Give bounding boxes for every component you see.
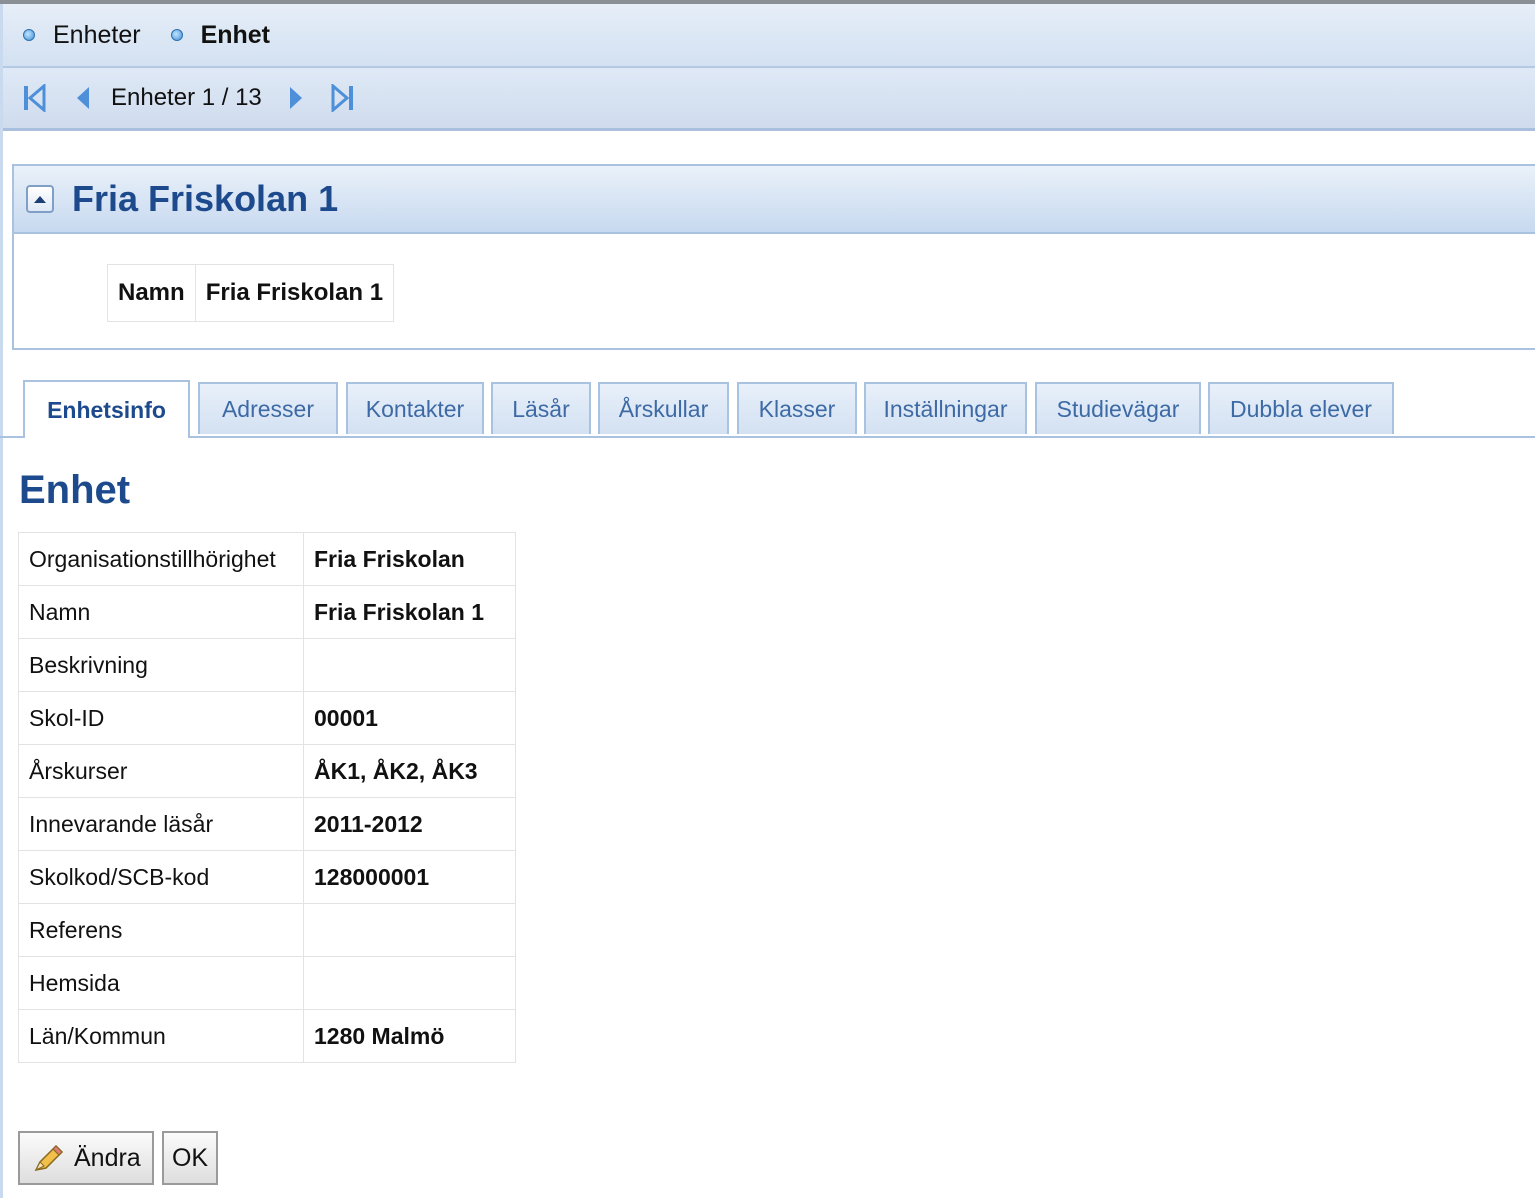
panel-title: Fria Friskolan 1 — [72, 178, 339, 219]
breadcrumb-label: Enhet — [200, 20, 271, 49]
table-row: Referens — [18, 903, 516, 957]
prev-page-icon[interactable] — [67, 82, 99, 114]
edit-button[interactable]: Ändra — [18, 1131, 154, 1185]
field-value — [303, 903, 516, 957]
pager-status: Enheter 1 / 13 — [111, 84, 262, 111]
ok-button[interactable]: OK — [162, 1131, 218, 1185]
field-label: Skol-ID — [18, 691, 304, 745]
tab-installningar[interactable]: Inställningar — [864, 382, 1027, 434]
table-row: Årskurser ÅK1, ÅK2, ÅK3 — [18, 744, 516, 798]
last-page-icon[interactable] — [326, 82, 358, 114]
field-label: Referens — [18, 903, 304, 957]
summary-value: Fria Friskolan 1 — [194, 264, 395, 322]
tab-strip: Enhetsinfo Adresser Kontakter Läsår Årsk… — [0, 380, 1535, 438]
tab-dubbla-elever[interactable]: Dubbla elever — [1208, 382, 1394, 434]
bullet-icon — [170, 29, 183, 41]
table-row: Organisationstillhörighet Fria Friskolan — [18, 532, 516, 586]
field-value: Fria Friskolan — [303, 532, 516, 586]
field-label: Hemsida — [18, 956, 304, 1010]
tab-enhetsinfo[interactable]: Enhetsinfo — [23, 380, 190, 438]
table-row: Innevarande läsår 2011-2012 — [18, 797, 516, 851]
field-label: Namn — [18, 585, 304, 639]
bullet-icon — [23, 29, 35, 41]
breadcrumb-item-enheter[interactable]: Enheter — [23, 21, 141, 50]
field-label: Län/Kommun — [18, 1009, 304, 1063]
field-value — [303, 956, 516, 1010]
table-row: Hemsida — [18, 956, 516, 1010]
collapse-up-icon[interactable] — [26, 185, 54, 213]
field-value: ÅK1, ÅK2, ÅK3 — [303, 744, 516, 798]
unit-summary-panel: Fria Friskolan 1 Namn Fria Friskolan 1 — [12, 164, 1535, 350]
pencil-icon — [32, 1142, 66, 1174]
table-row: Namn Fria Friskolan 1 — [107, 264, 395, 322]
field-value: 1280 Malmö — [303, 1009, 516, 1063]
table-row: Skol-ID 00001 — [18, 691, 516, 745]
tab-klasser[interactable]: Klasser — [737, 382, 857, 434]
field-value: 2011-2012 — [303, 797, 516, 851]
tab-arskullar[interactable]: Årskullar — [598, 382, 729, 434]
table-row: Namn Fria Friskolan 1 — [18, 585, 516, 639]
field-label: Organisationstillhörighet — [18, 532, 304, 586]
field-value: 128000001 — [303, 850, 516, 904]
field-label: Beskrivning — [18, 638, 304, 692]
table-row: Beskrivning — [18, 638, 516, 692]
field-label: Innevarande läsår — [18, 797, 304, 851]
next-page-icon[interactable] — [280, 82, 312, 114]
summary-label: Namn — [107, 264, 196, 322]
ok-button-label: OK — [171, 1143, 209, 1172]
field-label: Skolkod/SCB-kod — [18, 850, 304, 904]
breadcrumb-label[interactable]: Enheter — [53, 21, 141, 50]
unit-info-table: Organisationstillhörighet Fria Friskolan … — [18, 532, 516, 1063]
summary-table: Namn Fria Friskolan 1 — [107, 264, 395, 322]
page-title: Enhet — [19, 468, 131, 512]
tab-studievagar[interactable]: Studievägar — [1035, 382, 1201, 434]
breadcrumb: Enheter Enhet — [3, 4, 1535, 68]
record-pager: Enheter 1 / 13 — [3, 68, 1535, 131]
tab-lasar[interactable]: Läsår — [491, 382, 591, 434]
field-value — [303, 638, 516, 692]
field-value: 00001 — [303, 691, 516, 745]
breadcrumb-item-enhet: Enhet — [170, 20, 271, 50]
tab-adresser[interactable]: Adresser — [198, 382, 338, 434]
table-row: Skolkod/SCB-kod 128000001 — [18, 850, 516, 904]
window-left-border — [0, 4, 3, 1198]
first-page-icon[interactable] — [19, 82, 51, 114]
field-label: Årskurser — [18, 744, 304, 798]
edit-button-label: Ändra — [74, 1143, 141, 1172]
tab-kontakter[interactable]: Kontakter — [346, 382, 484, 434]
table-row: Län/Kommun 1280 Malmö — [18, 1009, 516, 1063]
panel-header: Fria Friskolan 1 — [14, 166, 1535, 234]
field-value: Fria Friskolan 1 — [303, 585, 516, 639]
